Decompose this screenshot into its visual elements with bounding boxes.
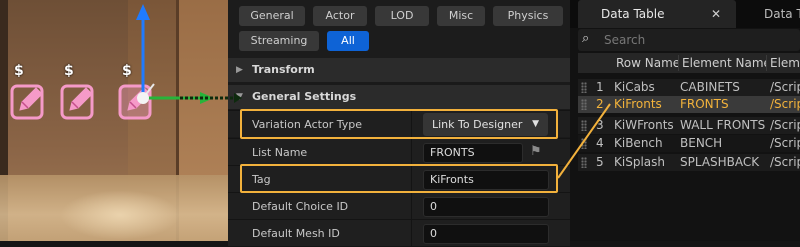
property-label: Default Mesh ID xyxy=(252,227,340,240)
column-header-row-name[interactable]: Row Name xyxy=(616,53,678,73)
highlight-box xyxy=(240,164,558,193)
list-name-field[interactable]: FRONTS xyxy=(423,143,523,163)
column-divider[interactable] xyxy=(678,55,679,71)
element-cell: /Scrip xyxy=(770,80,800,94)
table-row[interactable]: 3 KiWFronts WALL FRONTS /Scrip xyxy=(578,117,800,134)
filter-misc-button[interactable]: Misc xyxy=(437,6,485,26)
filter-bar: General Actor LOD Misc Physics Streaming… xyxy=(228,0,570,58)
row-index: 1 xyxy=(596,80,604,94)
tab-bar: Data Table ✕ Data T xyxy=(570,0,800,28)
section-title: General Settings xyxy=(252,90,357,103)
element-cell: /Scrip xyxy=(770,136,800,150)
element-cell: /Scrip xyxy=(770,155,800,169)
collapse-arrow-icon: ▼ xyxy=(236,92,243,102)
row-index: 5 xyxy=(596,155,604,169)
filter-physics-button[interactable]: Physics xyxy=(493,6,563,26)
drag-handle-icon[interactable] xyxy=(581,120,587,131)
drag-handle-icon[interactable] xyxy=(581,157,587,168)
element-name-cell: CABINETS xyxy=(680,80,740,94)
column-divider[interactable] xyxy=(411,193,412,220)
flag-icon[interactable]: ⚑ xyxy=(530,144,542,159)
expand-arrow-icon: ▶ xyxy=(236,65,243,75)
filter-all-button[interactable]: All xyxy=(327,31,369,51)
drag-handle-icon[interactable] xyxy=(581,99,587,110)
column-header-element-name[interactable]: Element Name xyxy=(682,53,766,73)
drag-handle-icon[interactable] xyxy=(581,82,587,93)
filter-streaming-button[interactable]: Streaming xyxy=(239,31,319,51)
table-row[interactable]: 4 KiBench BENCH /Scrip xyxy=(578,135,800,152)
search-placeholder: Search xyxy=(604,33,646,47)
table-row[interactable]: 1 KiCabs CABINETS /Scrip xyxy=(578,79,800,96)
row-index: 4 xyxy=(596,136,604,150)
element-name-cell: WALL FRONTS xyxy=(680,118,766,132)
filter-general-button[interactable]: General xyxy=(239,6,305,26)
row-name-cell: KiSplash xyxy=(614,155,665,169)
row-index: 3 xyxy=(596,118,604,132)
element-cell: /Scrip xyxy=(770,118,800,132)
section-title: Transform xyxy=(252,63,315,76)
element-name-cell: FRONTS xyxy=(680,97,729,111)
details-panel: General Actor LOD Misc Physics Streaming… xyxy=(228,0,570,247)
section-general-settings[interactable]: ▼ General Settings xyxy=(228,85,570,109)
section-transform[interactable]: ▶ Transform xyxy=(228,58,570,82)
element-name-cell: SPLASHBACK xyxy=(680,155,760,169)
row-name-cell: KiFronts xyxy=(614,97,662,111)
highlight-box xyxy=(240,109,558,139)
level-viewport[interactable]: $ $ $ xyxy=(0,0,228,241)
default-choice-id-field[interactable]: 0 xyxy=(423,197,549,217)
property-label: List Name xyxy=(252,146,308,159)
row-index: 2 xyxy=(596,97,604,111)
property-row-list-name: List Name FRONTS ⚑ xyxy=(228,138,570,166)
filter-actor-button[interactable]: Actor xyxy=(313,6,367,26)
column-divider[interactable] xyxy=(766,55,767,71)
filter-lod-button[interactable]: LOD xyxy=(375,6,429,26)
column-divider[interactable] xyxy=(411,220,412,247)
element-name-cell: BENCH xyxy=(680,136,723,150)
search-icon: ⌕ xyxy=(582,31,590,46)
property-row-default-mesh-id: Default Mesh ID 0 xyxy=(228,219,570,247)
search-input[interactable]: ⌕ Search xyxy=(578,29,800,51)
element-cell: /Scrip xyxy=(770,97,800,111)
table-row-selected[interactable]: 2 KiFronts FRONTS /Scrip xyxy=(578,96,800,113)
column-divider[interactable] xyxy=(411,139,412,166)
row-name-cell: KiWFronts xyxy=(614,118,674,132)
property-label: Default Choice ID xyxy=(252,200,349,213)
table-header: Row Name Element Name Eleme xyxy=(578,53,800,73)
drag-handle-icon[interactable] xyxy=(581,138,587,149)
tab-data-table-2[interactable]: Data T xyxy=(744,0,800,28)
row-name-cell: KiCabs xyxy=(614,80,655,94)
property-row-default-choice-id: Default Choice ID 0 xyxy=(228,192,570,220)
row-name-cell: KiBench xyxy=(614,136,663,150)
tab-label: Data Table xyxy=(601,7,665,21)
close-icon[interactable]: ✕ xyxy=(711,0,721,28)
table-row[interactable]: 5 KiSplash SPLASHBACK /Scrip xyxy=(578,154,800,171)
column-header-element[interactable]: Eleme xyxy=(770,53,800,73)
default-mesh-id-field[interactable]: 0 xyxy=(423,224,549,244)
transform-gizmo[interactable] xyxy=(0,0,228,241)
data-table-panel: Data Table ✕ Data T ⌕ Search Row Name El… xyxy=(570,0,800,241)
